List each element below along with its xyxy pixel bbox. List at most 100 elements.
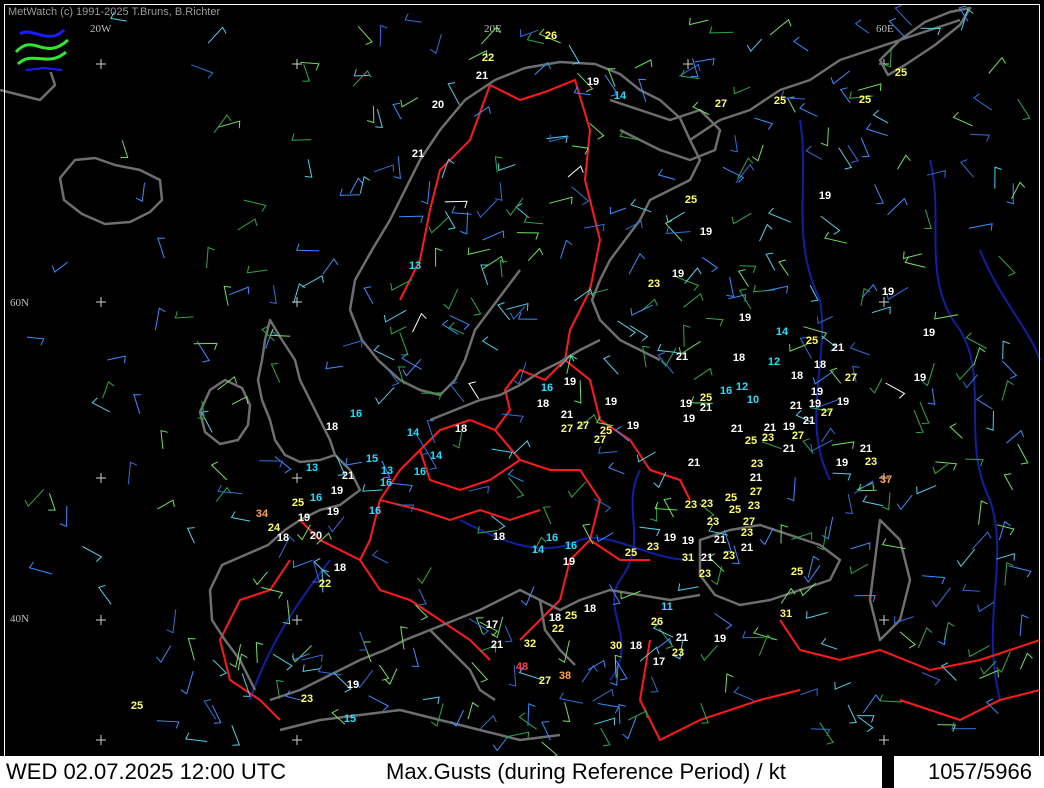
gust-value: 23 [748, 500, 760, 512]
gust-value: 21 [741, 542, 753, 554]
gust-value: 19 [714, 633, 726, 645]
gust-value: 21 [803, 415, 815, 427]
gust-map[interactable]: 20W 20E 60E 60N 40N 262221 19142527 25 2… [0, 0, 1044, 756]
gust-value: 21 [750, 472, 762, 484]
gust-value: 21 [701, 552, 713, 564]
gust-value: 23 [685, 499, 697, 511]
gust-value: 21 [832, 342, 844, 354]
gust-value: 14 [430, 450, 443, 462]
label-60n: 60N [10, 297, 29, 309]
gust-value: 23 [647, 541, 659, 553]
parameter-title: Max.Gusts (during Reference Period) / kt [386, 759, 786, 784]
gust-value: 34 [256, 508, 269, 520]
gust-value: 25 [292, 497, 304, 509]
gust-value: 18 [537, 398, 549, 410]
gust-value: 16 [414, 466, 426, 478]
gust-value: 18 [455, 423, 467, 435]
gust-value: 19 [683, 413, 695, 425]
gust-value: 16 [541, 382, 553, 394]
gust-value: 23 [301, 693, 313, 705]
gust-value: 16 [546, 532, 558, 544]
gust-value: 21 [790, 400, 802, 412]
gust-value: 22 [319, 578, 331, 590]
gust-value: 25 [806, 335, 818, 347]
gust-value: 21 [412, 148, 424, 160]
gust-value: 12 [736, 381, 748, 393]
gust-value: 19 [682, 535, 694, 547]
gust-value: 21 [714, 534, 726, 546]
gust-value: 15 [344, 713, 356, 725]
gust-value: 22 [552, 623, 564, 635]
gust-value: 27 [561, 423, 573, 435]
gust-value: 25 [774, 95, 786, 107]
gust-value: 25 [745, 435, 757, 447]
gust-value: 16 [565, 540, 577, 552]
gust-value: 31 [780, 608, 792, 620]
gust-value: 16 [720, 385, 732, 397]
gust-value: 23 [751, 458, 763, 470]
gust-value: 23 [865, 456, 877, 468]
gust-value: 19 [298, 512, 310, 524]
gust-value: 25 [725, 492, 737, 504]
gust-value: 23 [762, 432, 774, 444]
gust-value: 17 [653, 656, 665, 668]
gust-value: 19 [564, 376, 576, 388]
gust-value: 16 [310, 492, 322, 504]
gust-value: 21 [476, 70, 488, 82]
gust-value: 19 [914, 372, 926, 384]
gust-value: 14 [614, 90, 627, 102]
gust-value: 20 [310, 530, 322, 542]
gust-value: 19 [587, 76, 599, 88]
gust-value: 14 [532, 544, 545, 556]
gust-value: 19 [664, 532, 676, 544]
gust-value: 21 [676, 351, 688, 363]
timestamp: WED 02.07.2025 12:00 UTC [6, 759, 287, 784]
label-20w: 20W [90, 23, 112, 35]
copyright-credit: MetWatch (c) 1991-2025 T.Bruns, B.Richte… [8, 6, 221, 18]
gust-value: 17 [486, 619, 498, 631]
gust-value: 25 [565, 610, 577, 622]
gust-value: 21 [731, 423, 743, 435]
gust-value: 19 [563, 556, 575, 568]
map-frame-left [4, 4, 5, 756]
gust-value: 12 [768, 356, 780, 368]
gust-value: 19 [882, 286, 894, 298]
gust-value: 25 [729, 504, 741, 516]
gust-value: 38 [559, 670, 571, 682]
gust-value: 25 [131, 700, 143, 712]
gust-value: 19 [605, 396, 617, 408]
gust-value: 27 [539, 675, 551, 687]
gust-value: 16 [380, 477, 392, 489]
gust-value: 23 [648, 278, 660, 290]
gust-value: 22 [482, 52, 494, 64]
gust-value: 27 [594, 434, 606, 446]
gust-value: 19 [327, 506, 339, 518]
gust-value: 19 [627, 420, 639, 432]
gust-value: 23 [672, 647, 684, 659]
gust-value: 18 [493, 531, 505, 543]
gust-value: 25 [685, 194, 697, 206]
gust-value: 13 [306, 462, 318, 474]
gust-value: 19 [680, 398, 692, 410]
label-20e: 20E [484, 23, 502, 35]
gust-value: 21 [700, 402, 712, 414]
gust-value: 11 [661, 601, 673, 613]
gust-value: 13 [381, 465, 393, 477]
station-count: 1057/5966 [928, 759, 1032, 784]
gust-value: 14 [407, 427, 420, 439]
gust-value: 18 [584, 603, 596, 615]
gust-value: 21 [676, 632, 688, 644]
gust-value: 48 [516, 661, 528, 673]
gust-value: 19 [672, 268, 684, 280]
gust-value: 23 [699, 568, 711, 580]
gust-value: 18 [814, 359, 826, 371]
gust-value: 21 [860, 443, 872, 455]
gust-value: 16 [369, 505, 381, 517]
gust-value: 19 [347, 679, 359, 691]
gust-value: 27 [750, 486, 762, 498]
gust-value: 16 [350, 408, 362, 420]
gust-value: 18 [277, 532, 289, 544]
gust-value: 32 [524, 638, 536, 650]
status-bar: WED 02.07.2025 12:00 UTC Max.Gusts (duri… [0, 756, 1044, 788]
gust-value: 20 [432, 99, 444, 111]
